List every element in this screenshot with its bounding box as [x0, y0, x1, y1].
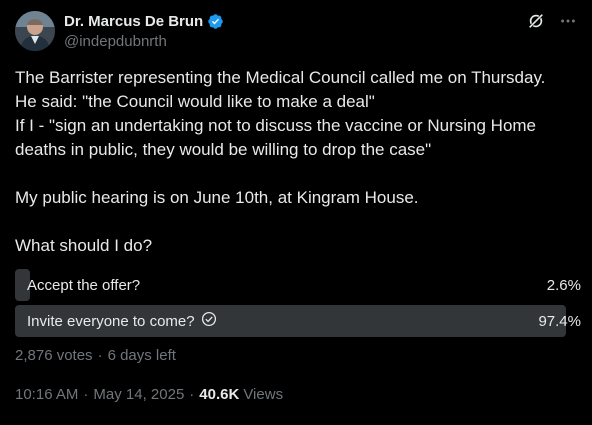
handle[interactable]: @indepdubnrth — [64, 33, 224, 50]
poll-option-accept[interactable]: Accept the offer? 2.6% — [15, 269, 581, 301]
separator-dot: · — [97, 347, 103, 364]
poll-option-label: Invite everyone to come? — [15, 311, 217, 331]
poll-time-left: 6 days left — [107, 347, 176, 364]
poll-option-percent: 2.6% — [546, 276, 581, 294]
poll-option-text: Invite everyone to come? — [27, 312, 195, 330]
post: Dr. Marcus De Brun @indepdubnrth The Bar… — [0, 0, 592, 425]
tweet-line: If I - "sign an undertaking not to discu… — [15, 116, 537, 159]
poll-meta: 2,876 votes · 6 days left — [15, 347, 581, 364]
poll-option-text: Accept the offer? — [27, 276, 141, 294]
poll-votes: 2,876 votes — [15, 347, 93, 364]
tweet-line: The Barrister representing the Medical C… — [15, 68, 546, 87]
more-icon[interactable] — [558, 11, 578, 31]
post-time[interactable]: 10:16 AM — [15, 386, 78, 403]
tweet-text: The Barrister representing the Medical C… — [15, 66, 581, 258]
check-circle-icon — [201, 311, 217, 331]
tweet-line: My public hearing is on June 10th, at Ki… — [15, 188, 419, 207]
poll-option-label: Accept the offer? — [15, 277, 140, 294]
poll-option-invite[interactable]: Invite everyone to come? 97.4% — [15, 305, 581, 337]
post-meta: 10:16 AM · May 14, 2025 · 40.6K Views — [15, 386, 283, 403]
separator-dot: · — [189, 386, 195, 403]
verified-badge-icon — [207, 13, 224, 30]
tweet-line: He said: "the Council would like to make… — [15, 92, 375, 111]
separator-dot: · — [83, 386, 89, 403]
avatar[interactable] — [15, 11, 55, 51]
tweet-line: What should I do? — [15, 236, 153, 255]
views-count[interactable]: 40.6K — [199, 386, 239, 403]
name-row: Dr. Marcus De Brun — [64, 11, 224, 31]
header-actions — [526, 11, 578, 31]
poll-option-percent: 97.4% — [538, 312, 581, 330]
poll: Accept the offer? 2.6% Invite everyone t… — [15, 269, 581, 364]
avatar-image — [15, 11, 55, 51]
grok-icon[interactable] — [526, 11, 546, 31]
views-label: Views — [243, 386, 284, 403]
post-date[interactable]: May 14, 2025 — [93, 386, 184, 403]
author-block: Dr. Marcus De Brun @indepdubnrth — [64, 11, 224, 50]
display-name[interactable]: Dr. Marcus De Brun — [64, 13, 203, 30]
